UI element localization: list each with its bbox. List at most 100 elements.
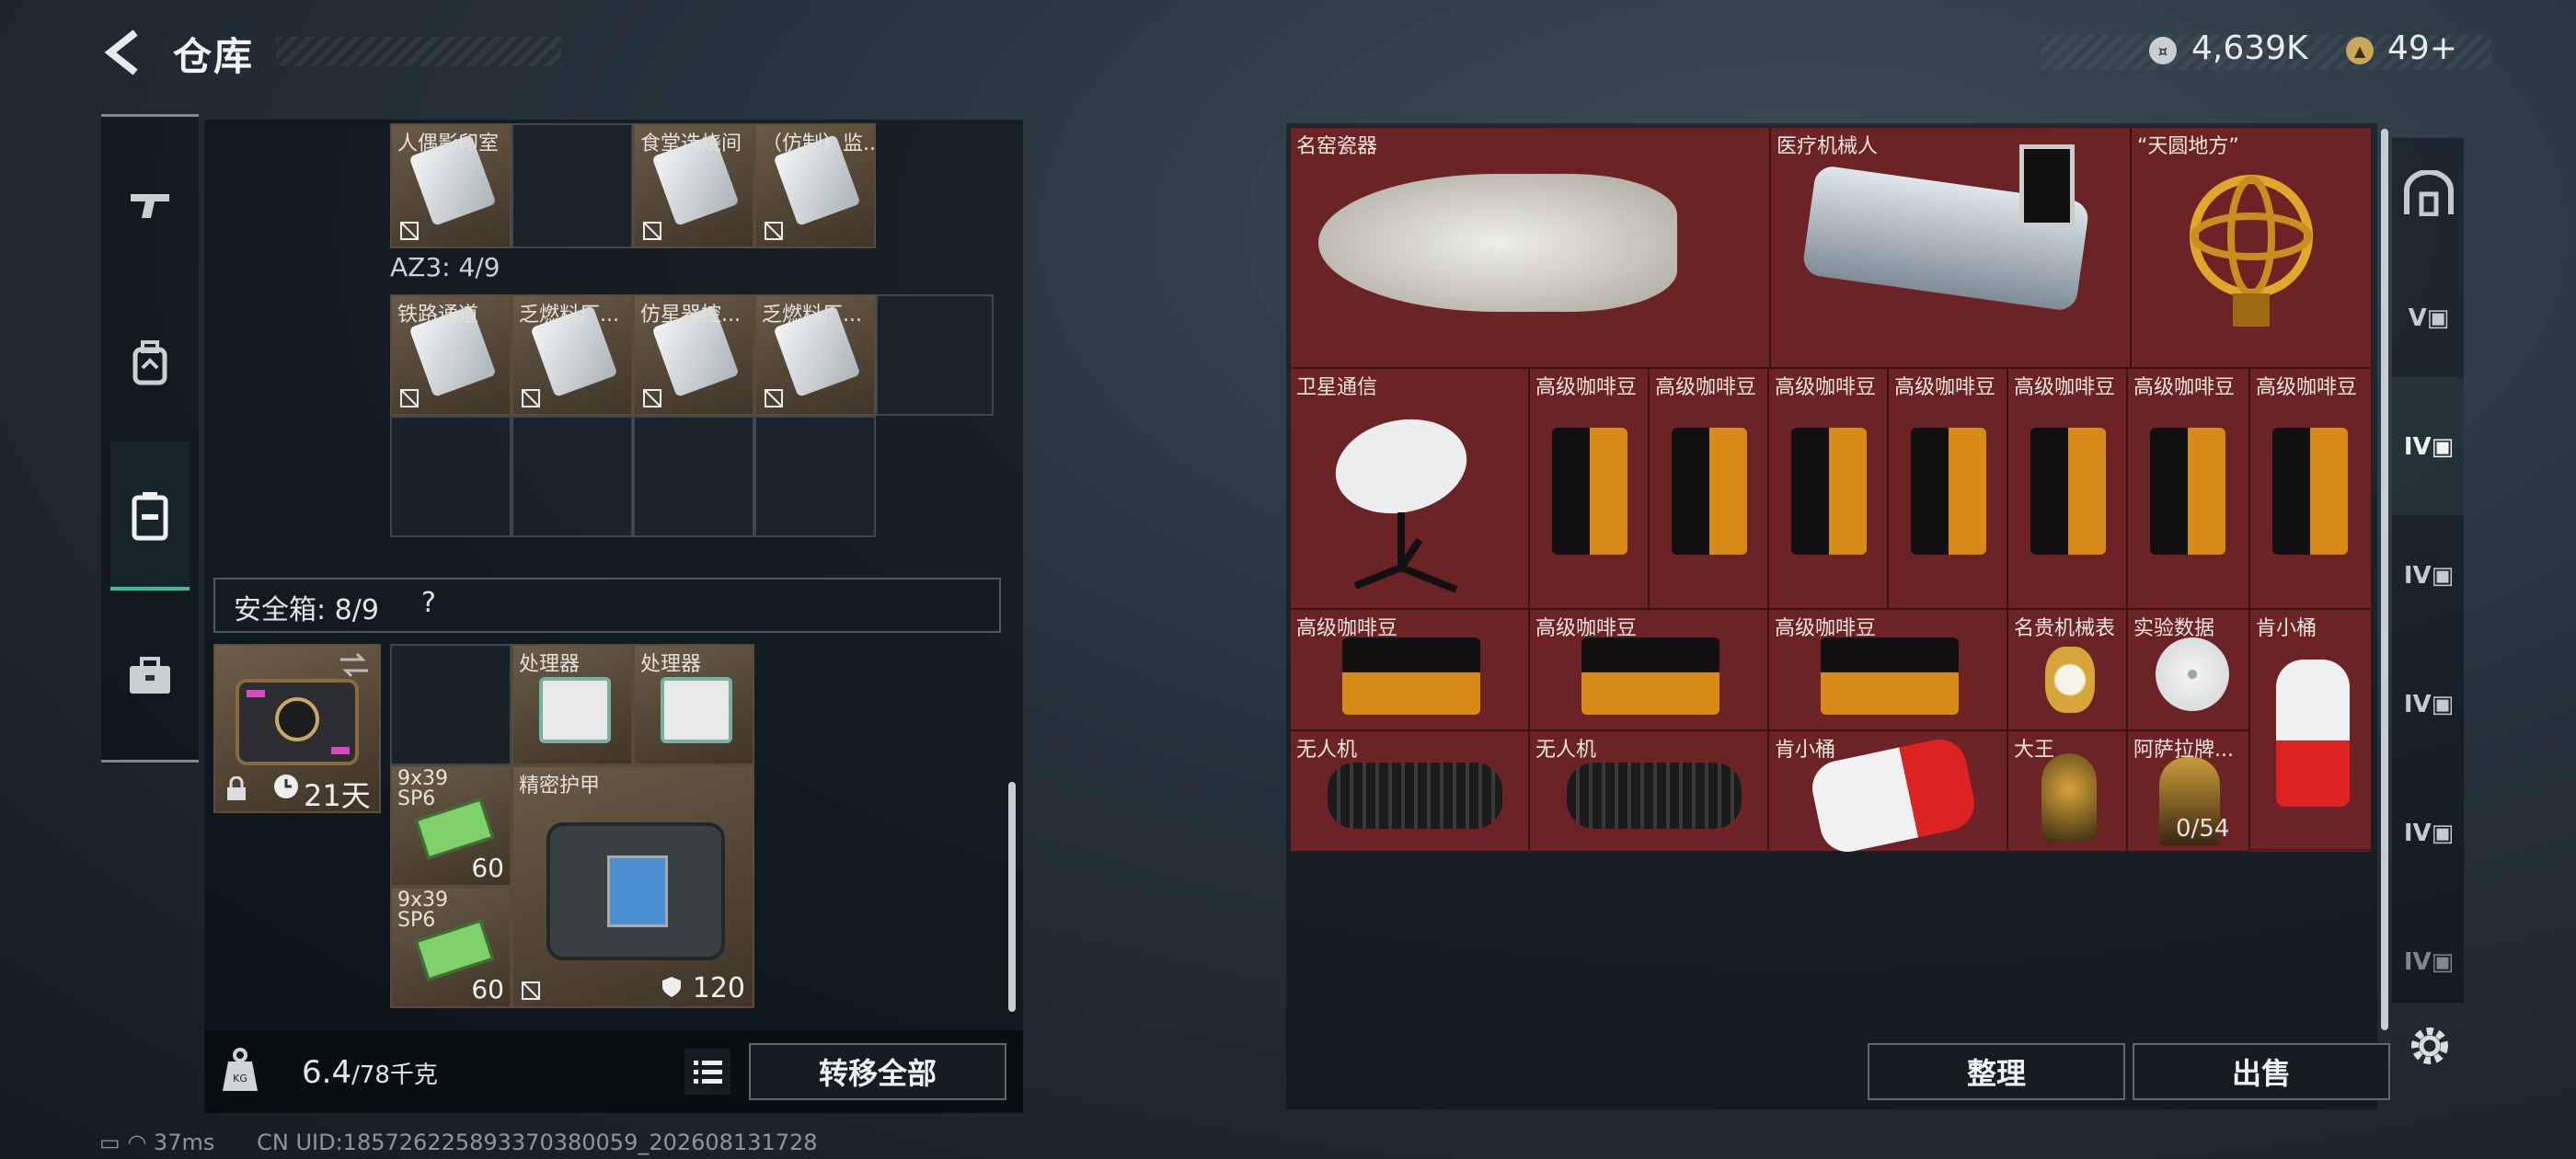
stash-item[interactable]: 无人机 [1529,730,1768,852]
coffee-bag-image [1821,637,1959,715]
robot-screen [2019,144,2075,227]
processor-item[interactable]: 处理器 [512,644,633,765]
stash-item[interactable]: “天圆地方” [2131,127,2372,368]
stash-item[interactable]: 肯小桶 [1768,730,2007,857]
grid-slot[interactable] [390,416,512,537]
stash-item[interactable]: 高级咖啡豆 [1529,609,1768,730]
storage-tab-tier-v[interactable]: V▣ [2398,263,2460,373]
stash-item[interactable]: 无人机 [1290,730,1529,852]
stash-item[interactable]: 高级咖啡豆 [1768,368,1888,609]
sidebar-item-weapons[interactable] [110,155,190,256]
weight-icon: KG [223,1048,258,1091]
status-bar: ▭ ◠ 37ms CN UID:18572622589337038005​9_2… [99,1130,818,1155]
case-icon [132,492,168,541]
item-name: 乏燃料厂... [519,304,619,327]
item-name: “天圆地方” [2137,135,2239,158]
ammo-item[interactable]: 9x39 SP6 60 [390,887,512,1008]
grid-slot[interactable] [754,416,876,537]
list-icon[interactable] [684,1049,730,1095]
coffee-bag-image [1581,637,1719,715]
coffee-bag-image [2150,428,2225,555]
stash-item[interactable]: 高级咖啡豆 [2249,368,2372,609]
tier-iv-icon: IV▣ [2403,691,2455,718]
stash-item[interactable]: 高级咖啡豆 [1649,368,1768,609]
wifi-icon: ◠ [127,1130,147,1155]
sell-button[interactable]: 出售 [2133,1043,2390,1100]
grid-slot[interactable] [876,294,994,416]
keycard-item[interactable]: 乏燃料厂... [512,294,633,416]
not-tradeable-icon [765,389,783,407]
tier-iv-icon: IV▣ [2403,562,2455,590]
item-name: 高级咖啡豆 [1655,376,1757,399]
processor-item[interactable]: 处理器 [633,644,754,765]
tier-iv-icon: IV▣ [2403,948,2455,976]
stash-item[interactable]: 高级咖啡豆 [1888,368,2007,609]
armor-item[interactable]: 精密护甲 120 [512,765,754,1008]
item-name: 精密护甲 [519,775,601,798]
item-name: 卫星通信 [1296,376,1378,399]
grid-slot[interactable] [390,644,512,765]
keycard-item[interactable]: （仿制）监... [754,123,876,248]
storage-tab-tier-iv[interactable]: IV▣ [2398,521,2460,631]
drone-image [1328,763,1502,829]
coffee-bag-image [2030,428,2106,555]
sort-button[interactable]: 整理 [1868,1043,2125,1100]
stash-item[interactable]: 卫星通信 [1290,368,1529,609]
back-icon[interactable] [99,29,145,75]
not-tradeable-icon [522,389,540,407]
stash-item[interactable]: 高级咖啡豆 [2127,368,2249,609]
triangle-coin-icon: ▲ [2346,37,2374,64]
stash-item[interactable]: 肯小桶 [2249,609,2372,850]
item-name: 高级咖啡豆 [2014,376,2116,399]
keycard-item[interactable]: 乏燃料厂... [754,294,876,416]
stash-item[interactable]: 医疗机械人 [1770,127,2131,368]
stash-item[interactable]: 实验数据 [2127,609,2249,730]
storage-tab-base[interactable] [2398,138,2460,248]
keycard-item[interactable]: 人偶影印室 [390,123,512,248]
keycard-item[interactable]: 仿星器控... [633,294,754,416]
grid-slot[interactable] [633,416,754,537]
keycard-item[interactable]: 食堂选烧间 [633,123,754,248]
ammo-count: 60 [471,974,504,1004]
not-tradeable-icon [522,981,540,1000]
coffee-bag-image [2272,428,2348,555]
not-tradeable-icon [643,389,661,407]
storage-tab-tier-iv[interactable]: IV▣ [2398,778,2460,889]
stash-item[interactable]: 高级咖啡豆 [2007,368,2127,609]
transfer-all-button[interactable]: 转移全部 [749,1043,1006,1100]
ping-readout: 37ms [153,1130,215,1155]
stash-item[interactable]: 高级咖啡豆 [1529,368,1649,609]
storage-tab-tier-iv[interactable]: IV▣ [2398,649,2460,760]
stash-item[interactable]: 高级咖啡豆 [1290,609,1529,730]
stash-item[interactable]: 高级咖啡豆 [1768,609,2007,730]
weight-value: 6.4 [302,1054,352,1091]
sidebar-item-containers[interactable] [110,465,190,567]
swap-icon[interactable] [339,651,370,679]
sidebar-item-gear[interactable] [110,313,190,414]
not-tradeable-icon [643,222,661,240]
storage-tab-tier-iv[interactable]: IV▣ [2398,907,2460,1017]
ticket-amount[interactable]: 49+ [2387,29,2457,67]
stash-item[interactable]: 大王 [2007,730,2127,852]
not-tradeable-icon [400,389,419,407]
uid-readout: CN UID:18572622589337038005​9_2026081317… [257,1130,818,1155]
stash-item[interactable]: 名贵机械表 [2007,609,2127,730]
storage-tab-tier-iv[interactable]: IV▣ [2398,392,2460,502]
ammo-item[interactable]: 9x39 SP6 60 [390,765,512,887]
keycard-item[interactable]: 铁路通道 [390,294,512,416]
item-name: 乏燃料厂... [762,304,862,327]
gear-icon[interactable] [2405,1021,2455,1071]
grid-slot[interactable] [512,416,633,537]
help-icon[interactable]: ? [421,587,436,619]
item-name: 无人机 [1535,739,1597,762]
grid-slot[interactable] [512,123,633,248]
scrollbar[interactable] [2381,129,2388,1030]
coffee-bag-image [1672,428,1747,555]
sidebar-item-tools[interactable] [110,625,190,727]
stash-item[interactable]: 名窑瓷器 [1290,127,1770,368]
backpack-icon [132,340,167,385]
clock-icon [274,775,298,798]
scrollbar[interactable] [1008,782,1016,1012]
item-name: 名贵机械表 [2014,617,2116,640]
weight-unit: /78千克 [351,1061,438,1089]
